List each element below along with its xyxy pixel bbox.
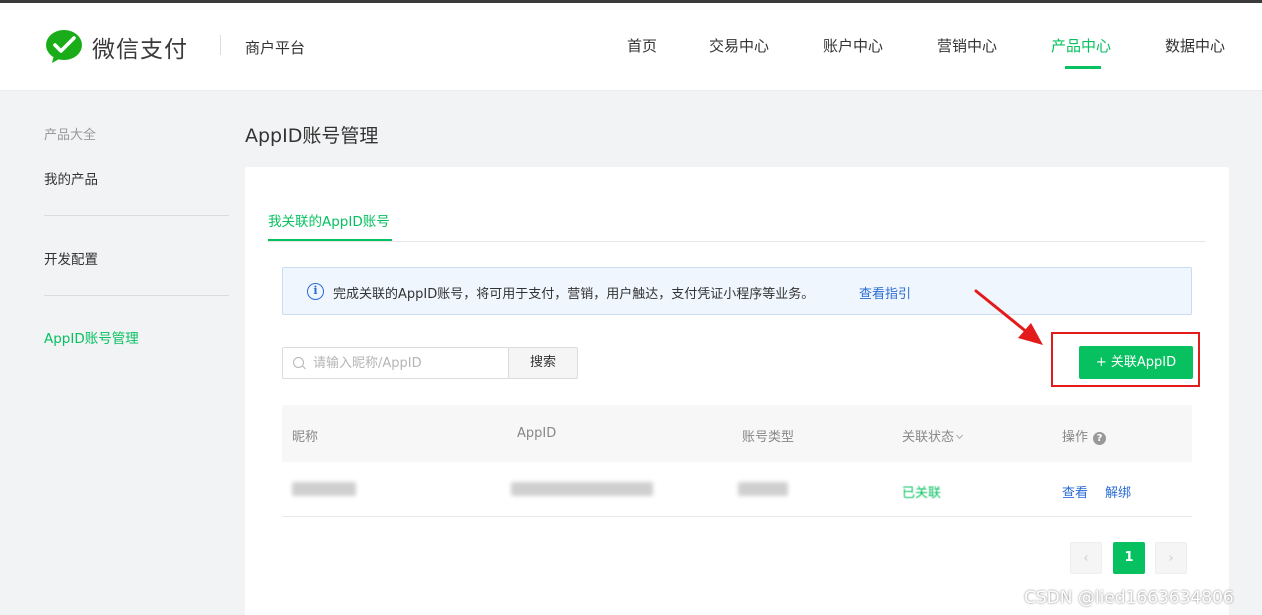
- status-linked: 已关联: [902, 486, 942, 501]
- search-box: [282, 347, 509, 379]
- sidebar-divider: [44, 215, 229, 216]
- page-title: AppID账号管理: [245, 125, 379, 147]
- col-status-sort[interactable]: 关联状态: [902, 426, 964, 445]
- col-actions-label: 操作: [1062, 430, 1089, 445]
- col-nickname: 昵称: [292, 430, 319, 445]
- top-header: 微信支付 商户平台 首页 交易中心 账户中心 营销中心 产品中心 数据中心: [0, 3, 1262, 91]
- watermark: CSDN @lied1663634806: [1024, 588, 1234, 608]
- help-icon[interactable]: ?: [1093, 432, 1107, 445]
- tab-linked-appid[interactable]: 我关联的AppID账号: [268, 210, 390, 230]
- tab-divider: [268, 241, 1206, 242]
- red-arrow-annotation: [974, 289, 1043, 345]
- redacted-account-type: [738, 482, 788, 496]
- nav-active-indicator: [1065, 66, 1101, 69]
- search-button[interactable]: 搜索: [508, 347, 578, 379]
- nav-marketing[interactable]: 营销中心: [937, 35, 997, 56]
- sidebar-divider: [44, 295, 229, 296]
- view-link[interactable]: 查看: [1062, 482, 1088, 501]
- pagination-next[interactable]: ›: [1155, 542, 1187, 574]
- search-input[interactable]: [313, 348, 503, 378]
- view-guide-link[interactable]: 查看指引: [859, 283, 911, 302]
- info-notice: i 完成关联的AppID账号，将可用于支付，营销，用户触达，支付凭证小程序等业务…: [282, 267, 1192, 315]
- col-account-type: 账号类型: [742, 430, 795, 445]
- nav-data[interactable]: 数据中心: [1165, 35, 1225, 56]
- nav-products[interactable]: 产品中心: [1051, 35, 1111, 56]
- col-appid: AppID: [517, 426, 557, 441]
- table-header: 昵称 AppID 账号类型 关联状态 操作?: [282, 405, 1192, 462]
- add-appid-button[interactable]: + 关联AppID: [1079, 346, 1193, 379]
- sidebar-item-my-products[interactable]: 我的产品: [44, 168, 98, 188]
- nav-transactions[interactable]: 交易中心: [709, 35, 769, 56]
- notice-text: 完成关联的AppID账号，将可用于支付，营销，用户触达，支付凭证小程序等业务。: [333, 287, 815, 302]
- nav-home[interactable]: 首页: [627, 35, 657, 56]
- redacted-nickname: [292, 482, 356, 496]
- chevron-down-icon: [955, 431, 964, 440]
- col-status: 关联状态: [902, 430, 955, 445]
- redacted-appid: [511, 482, 653, 496]
- table-row: 已关联 查看 解绑: [282, 462, 1192, 517]
- sidebar-item-appid-management[interactable]: AppID账号管理: [44, 327, 139, 347]
- col-actions: 操作?: [1062, 426, 1107, 445]
- main-nav: 首页 交易中心 账户中心 营销中心 产品中心 数据中心: [0, 35, 1262, 75]
- info-icon: i: [307, 283, 324, 300]
- nav-account[interactable]: 账户中心: [823, 35, 883, 56]
- search-icon: [293, 357, 304, 368]
- content-card: 我关联的AppID账号 i 完成关联的AppID账号，将可用于支付，营销，用户触…: [245, 167, 1229, 615]
- sidebar-item-dev-config[interactable]: 开发配置: [44, 248, 98, 268]
- pagination-page-1[interactable]: 1: [1113, 542, 1145, 574]
- pagination-prev[interactable]: ‹: [1070, 542, 1102, 574]
- unbind-link[interactable]: 解绑: [1105, 482, 1131, 501]
- sidebar-group-label: 产品大全: [44, 128, 97, 143]
